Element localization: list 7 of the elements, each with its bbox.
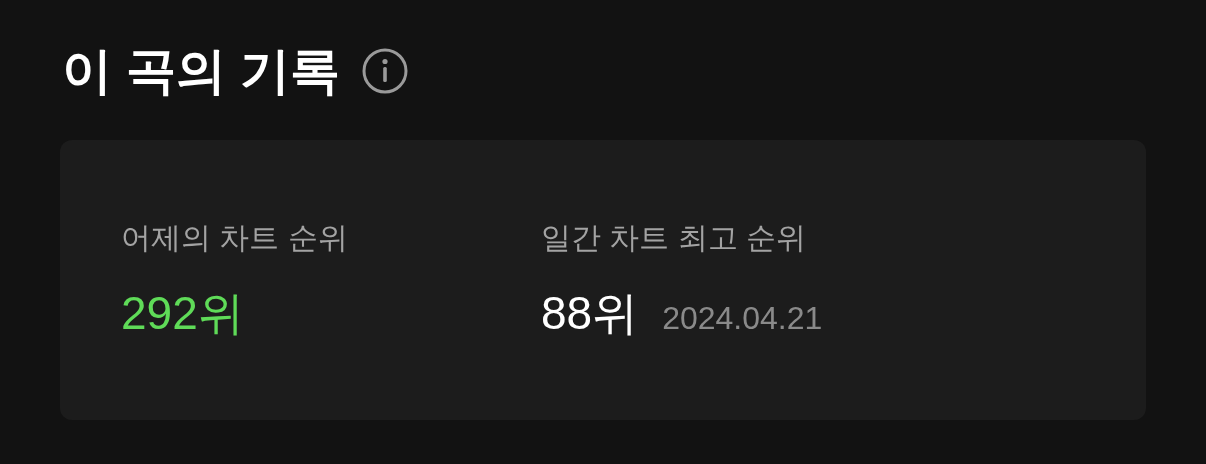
rank-date: 2024.04.21 (662, 300, 823, 337)
stat-label: 어제의 차트 순위 (121, 220, 349, 256)
section-title: 이 곡의 기록 (62, 42, 340, 101)
info-icon[interactable] (361, 48, 408, 94)
rank-value: 88위 (541, 286, 639, 341)
stat-label: 일간 차트 최고 순위 (541, 220, 807, 256)
rank-value: 292위 (121, 286, 244, 341)
